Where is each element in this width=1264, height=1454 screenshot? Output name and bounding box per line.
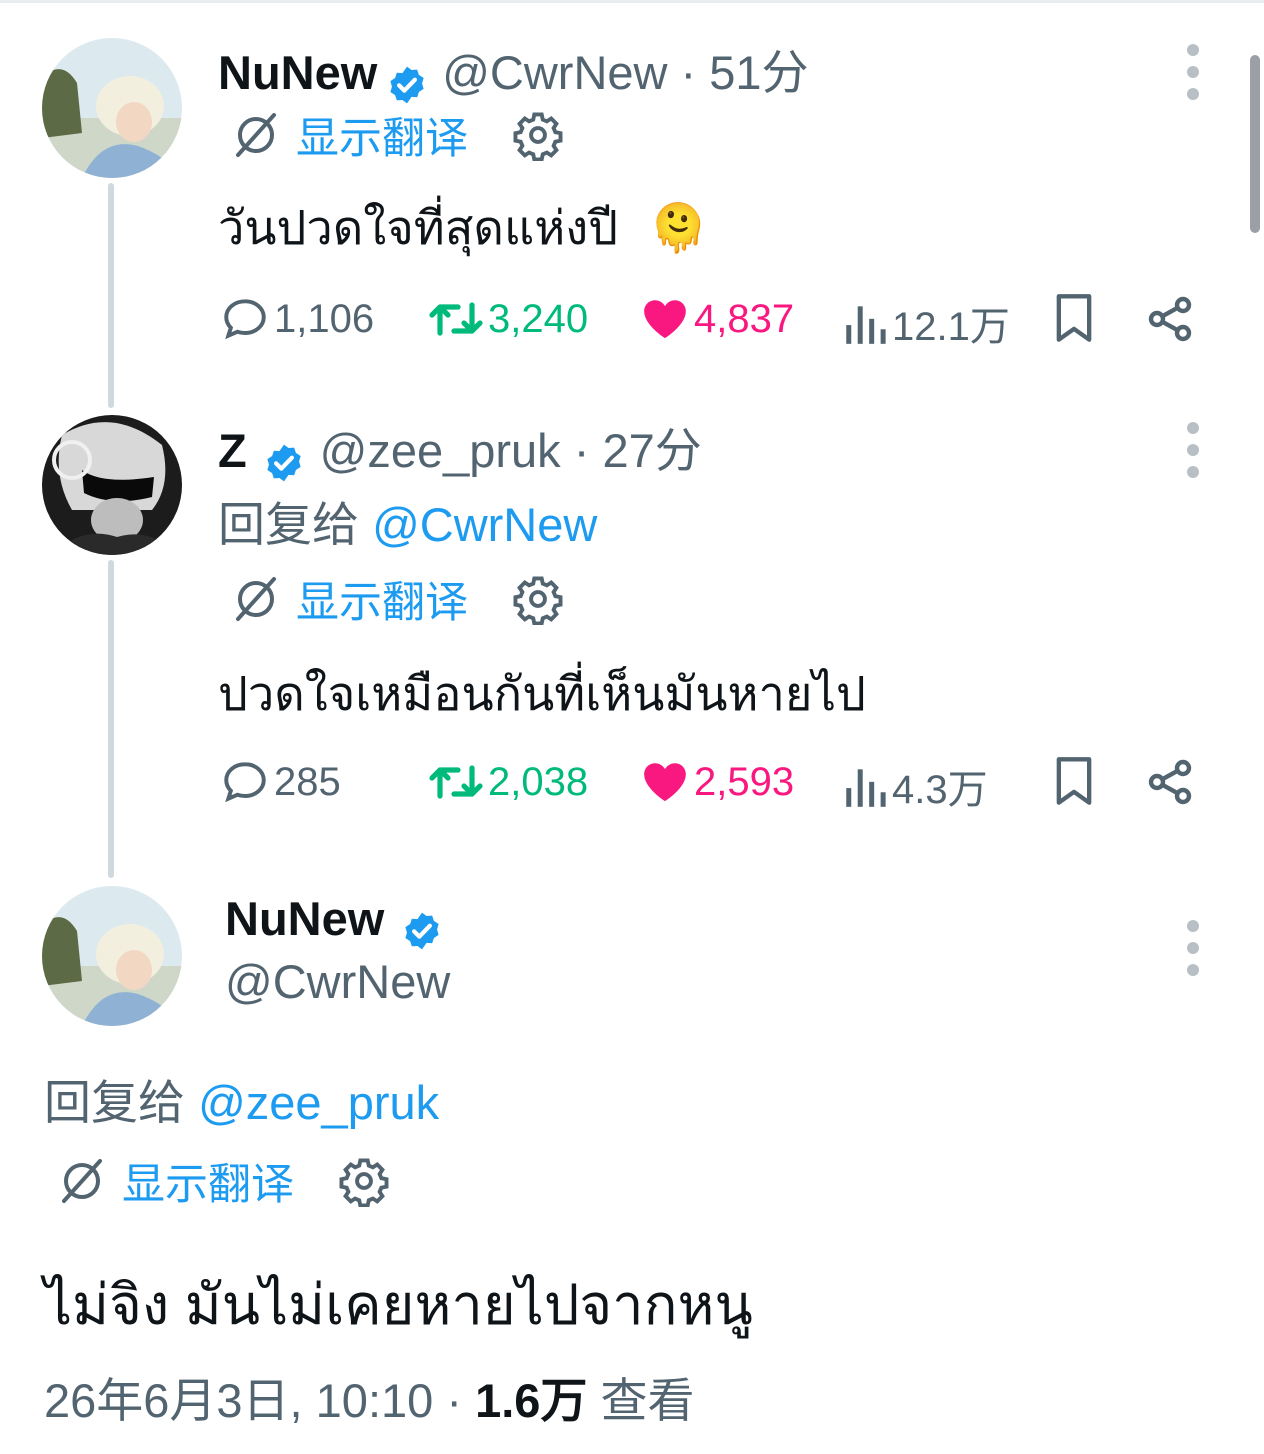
show-translation-link[interactable]: 显示翻译: [296, 568, 468, 630]
retweet-icon: [429, 765, 483, 799]
views-count: 1.6万: [475, 1374, 588, 1427]
tweet-text: วันปวดใจที่สุดแห่งปี 🫠: [218, 190, 708, 265]
retweet-icon: [429, 302, 483, 336]
reply-prefix: 回复给: [218, 498, 359, 551]
timestamp-link[interactable]: 26年6月3日, 10:10 ·: [44, 1374, 475, 1427]
like-button[interactable]: 2,593: [640, 757, 794, 807]
heart-icon: [644, 763, 686, 802]
avatar[interactable]: [42, 415, 182, 555]
verified-badge-icon: [405, 912, 439, 950]
retweet-count: 3,240: [488, 296, 589, 341]
thread-connector: [108, 560, 114, 878]
handle-and-time[interactable]: @zee_pruk · 27分: [320, 424, 702, 477]
reply-count: 1,106: [274, 296, 375, 341]
display-name[interactable]: NuNew: [225, 892, 384, 945]
reply-mention-link[interactable]: @zee_pruk: [198, 1076, 439, 1129]
reply-button[interactable]: 285: [220, 757, 341, 807]
translate-icon: [62, 1159, 102, 1203]
views-count: 12.1万: [892, 305, 1010, 349]
gear-icon[interactable]: [338, 1155, 390, 1207]
melting-face-emoji: 🫠: [649, 201, 708, 254]
translate-bar[interactable]: 显示翻译: [230, 572, 564, 627]
views-button[interactable]: 4.3万: [842, 757, 988, 815]
reply-mention-link[interactable]: @CwrNew: [372, 498, 597, 551]
reply-prefix: 回复给: [44, 1076, 185, 1129]
show-translation-link[interactable]: 显示翻译: [296, 104, 468, 166]
translate-icon: [236, 113, 276, 157]
share-icon[interactable]: [1146, 294, 1194, 344]
handle-and-time[interactable]: @CwrNew · 51分: [442, 46, 808, 99]
display-name[interactable]: Z: [218, 424, 247, 477]
tweet-body: ปวดใจเหมือนกันที่เห็นมันหายไป: [218, 667, 866, 720]
tweet-body: วันปวดใจที่สุดแห่งปี: [218, 201, 619, 254]
like-count: 4,837: [694, 296, 795, 341]
reply-context: 回复给 @zee_pruk: [44, 1064, 439, 1133]
translate-icon: [236, 577, 276, 621]
avatar[interactable]: [42, 38, 182, 178]
like-count: 2,593: [694, 759, 795, 804]
bookmark-icon[interactable]: [1052, 292, 1096, 344]
heart-icon: [644, 300, 686, 339]
views-count: 4.3万: [892, 768, 988, 812]
translate-bar[interactable]: 显示翻译: [56, 1154, 390, 1209]
more-options-icon[interactable]: [1187, 920, 1201, 986]
retweet-button[interactable]: 2,038: [428, 757, 588, 807]
more-options-icon[interactable]: [1187, 422, 1201, 488]
reply-icon: [224, 299, 266, 340]
views-label: 查看: [587, 1374, 695, 1427]
handle[interactable]: @CwrNew: [225, 954, 450, 1009]
more-options-icon[interactable]: [1187, 44, 1201, 110]
tweet-body: ไม่จิง มันไม่เคยหายไปจากหนู: [44, 1273, 753, 1336]
like-button[interactable]: 4,837: [640, 294, 794, 344]
views-icon: [846, 769, 886, 807]
reply-count: 285: [274, 759, 341, 804]
display-name[interactable]: NuNew: [218, 46, 377, 99]
avatar[interactable]: [42, 886, 182, 1026]
retweet-count: 2,038: [488, 759, 589, 804]
top-divider: [0, 0, 1264, 3]
show-translation-link[interactable]: 显示翻译: [122, 1150, 294, 1212]
gear-icon[interactable]: [512, 573, 564, 625]
translate-bar[interactable]: 显示翻译: [230, 108, 564, 163]
gear-icon[interactable]: [512, 109, 564, 161]
thread-connector: [108, 183, 114, 408]
tweet-meta: 26年6月3日, 10:10 · 1.6万 查看: [44, 1362, 694, 1431]
views-button[interactable]: 12.1万: [842, 294, 1010, 352]
scrollbar-thumb[interactable]: [1250, 55, 1260, 233]
reply-context: 回复给 @CwrNew: [218, 486, 597, 555]
share-icon[interactable]: [1146, 757, 1194, 807]
reply-icon: [224, 762, 266, 803]
reply-button[interactable]: 1,106: [220, 294, 374, 344]
bookmark-icon[interactable]: [1052, 755, 1096, 807]
views-icon: [846, 306, 886, 344]
verified-badge-icon: [267, 444, 301, 482]
verified-badge-icon: [390, 66, 424, 104]
retweet-button[interactable]: 3,240: [428, 294, 588, 344]
